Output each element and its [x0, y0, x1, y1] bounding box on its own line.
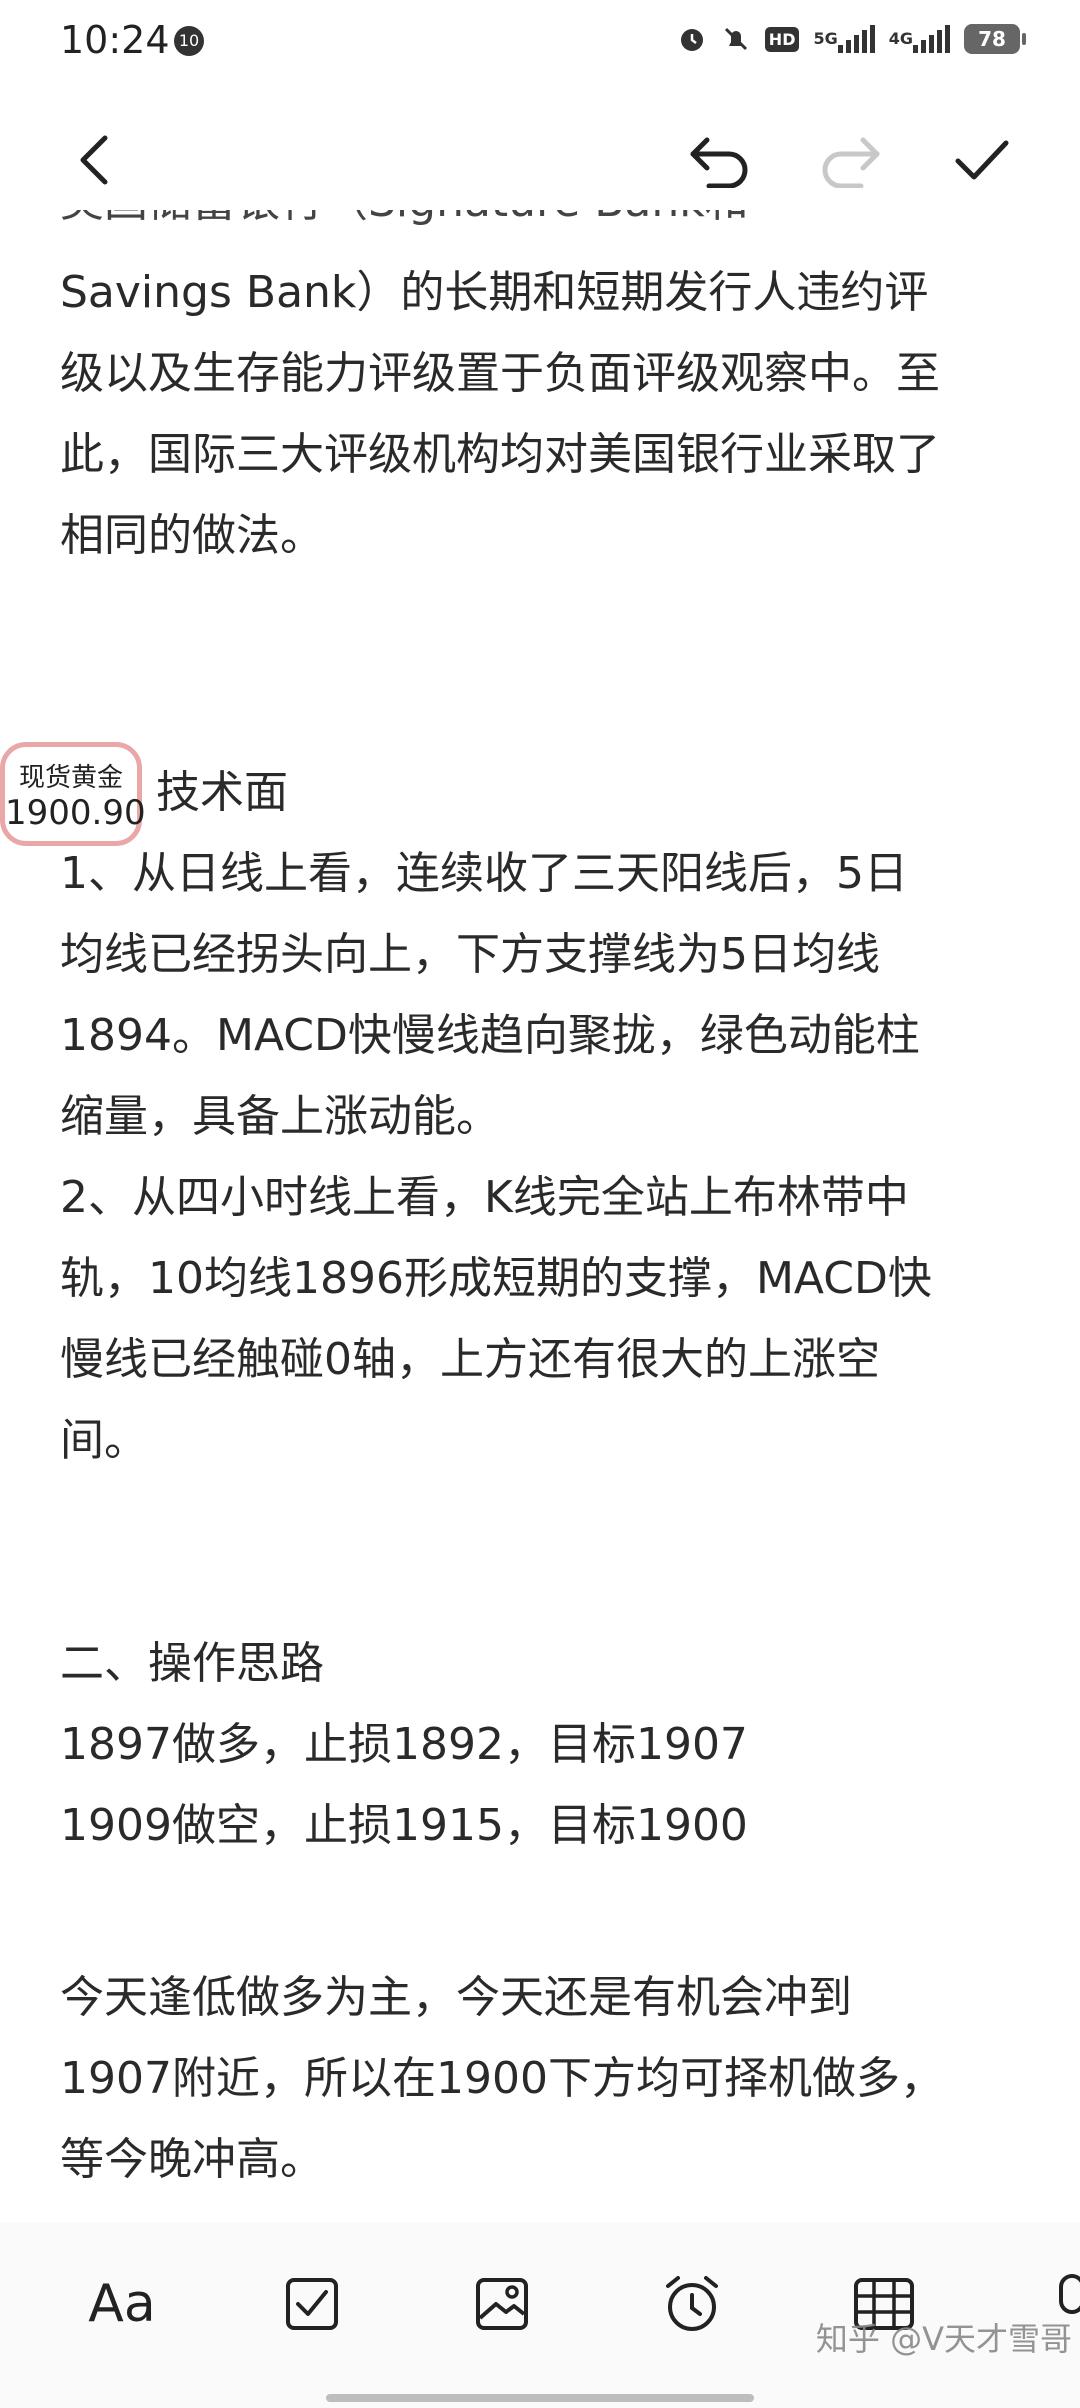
checkbox-icon [286, 2278, 338, 2330]
watermark-text: 知乎 @V天才雪哥 [815, 2320, 1072, 2358]
section-ops-title: 二、操作思路 [60, 1638, 324, 1689]
section-tech-title: 技术面 [156, 767, 288, 818]
done-button[interactable] [942, 120, 1022, 200]
text-line: 相同的做法。 [60, 510, 324, 561]
alarm-icon [677, 22, 707, 56]
status-time: 10:24 [60, 18, 170, 62]
text-line: 1907附近，所以在1900下方均可择机做多， [60, 2053, 944, 2104]
text-line: 轨，10均线1896形成短期的支撑，MACD快 [60, 1253, 932, 1304]
text-line: 1909做空，止损1915，目标1900 [60, 1800, 748, 1851]
signal-5g-icon: 5G [813, 22, 875, 56]
section-operations: 二、操作思路 1897做多，止损1892，目标1907 1909做空，止损191… [60, 1623, 748, 1866]
reminder-button[interactable] [650, 2262, 734, 2346]
text-format-button[interactable]: Aa [80, 2262, 164, 2346]
redo-button[interactable] [810, 120, 890, 200]
back-button[interactable] [56, 120, 136, 200]
text-line: 此，国际三大评级机构均对美国银行业采取了 [60, 429, 940, 480]
undo-icon [690, 137, 748, 188]
text-line: 等今晚冲高。 [60, 2134, 324, 2185]
text-line: 缩量，具备上涨动能。 [60, 1091, 500, 1142]
font-format-icon: Aa [88, 2274, 156, 2334]
mute-bell-icon [721, 22, 751, 56]
signal-4g-icon: 4G [889, 22, 950, 56]
text-line: Savings Bank）的长期和短期发行人违约评 [60, 267, 929, 318]
paragraph-rating: Savings Bank）的长期和短期发行人违约评 级以及生存能力评级置于负面评… [60, 252, 940, 576]
battery-icon: 78 [964, 24, 1026, 54]
gold-price-widget[interactable]: 现货黄金 1900.90 [0, 742, 146, 846]
text-line: 间。 [60, 1415, 148, 1466]
redo-icon [822, 137, 880, 188]
cut-off-text-line: 美国储蓄银行（Signature Bank和 [60, 210, 1020, 230]
text-line: 均线已经拐头向上，下方支撑线为5日均线 [60, 929, 880, 980]
paragraph-technical: 1、从日线上看，连续收了三天阳线后，5日 均线已经拐头向上，下方支撑线为5日均线… [60, 833, 932, 1481]
undo-button[interactable] [680, 120, 760, 200]
insert-image-button[interactable] [460, 2262, 544, 2346]
status-bar: 10:24 10 HD 5G 4G 78 [0, 0, 1080, 80]
text-line: 1、从日线上看，连续收了三天阳线后，5日 [60, 848, 908, 899]
text-line: 级以及生存能力评级置于负面评级观察中。至 [60, 348, 940, 399]
chevron-left-icon [80, 135, 108, 185]
paragraph-summary: 今天逢低做多为主，今天还是有机会冲到 1907附近，所以在1900下方均可择机做… [60, 1957, 944, 2200]
text-line: 慢线已经触碰0轴，上方还有很大的上涨空 [60, 1334, 880, 1385]
text-line: 1894。MACD快慢线趋向聚拢，绿色动能柱 [60, 1010, 920, 1061]
text-line: 今天逢低做多为主，今天还是有机会冲到 [60, 1972, 852, 2023]
hd-icon: HD [764, 22, 800, 56]
editor-toolbar [0, 110, 1080, 210]
bottom-toolbar: Aa 知乎 @V天才雪哥 [0, 2222, 1080, 2408]
gold-widget-title: 现货黄金 [18, 763, 123, 793]
text-line: 1897做多，止损1892，目标1907 [60, 1719, 748, 1770]
check-icon [955, 140, 1009, 180]
notification-badge: 10 [174, 26, 204, 56]
checklist-button[interactable] [270, 2262, 354, 2346]
status-icons: HD 5G 4G 78 [677, 22, 1026, 56]
gold-widget-price: 1900.90 [5, 793, 146, 833]
alarm-clock-icon [666, 2276, 718, 2331]
home-indicator[interactable] [326, 2394, 754, 2402]
image-icon [476, 2278, 528, 2330]
text-line: 2、从四小时线上看，K线完全站上布林带中 [60, 1172, 909, 1223]
